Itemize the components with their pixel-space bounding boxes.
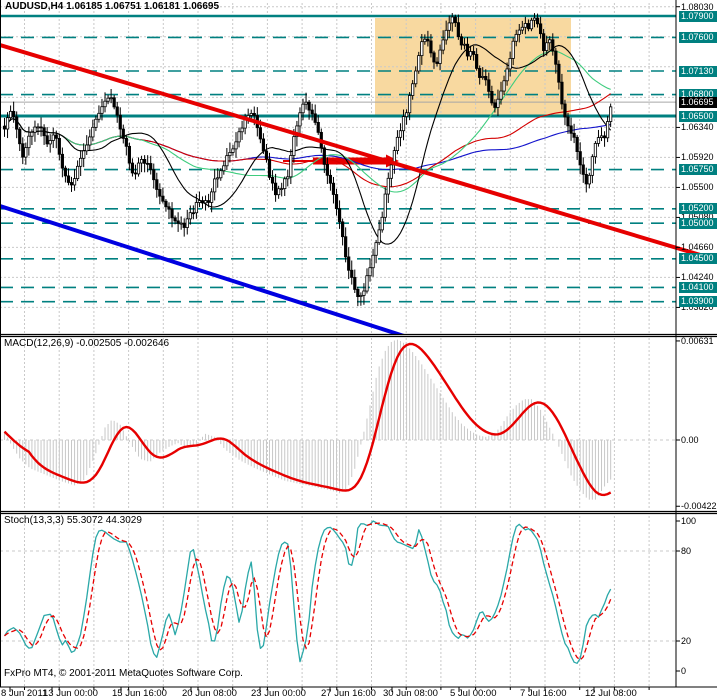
stoch-d-line <box>4 522 612 661</box>
panel-splitter[interactable] <box>0 510 717 515</box>
main-price-pane <box>0 3 676 334</box>
panel-splitter[interactable] <box>0 333 717 338</box>
support-trendline <box>0 204 405 334</box>
macd-pane <box>0 338 676 510</box>
stoch-k-line <box>3 520 612 664</box>
stoch-pane <box>0 516 676 686</box>
mt4-chart-window[interactable]: AUDUSD,H4 1.06185 1.06751 1.06181 1.0669… <box>0 0 717 697</box>
resistance-trendline <box>0 43 717 262</box>
chart-canvas[interactable] <box>0 0 717 697</box>
